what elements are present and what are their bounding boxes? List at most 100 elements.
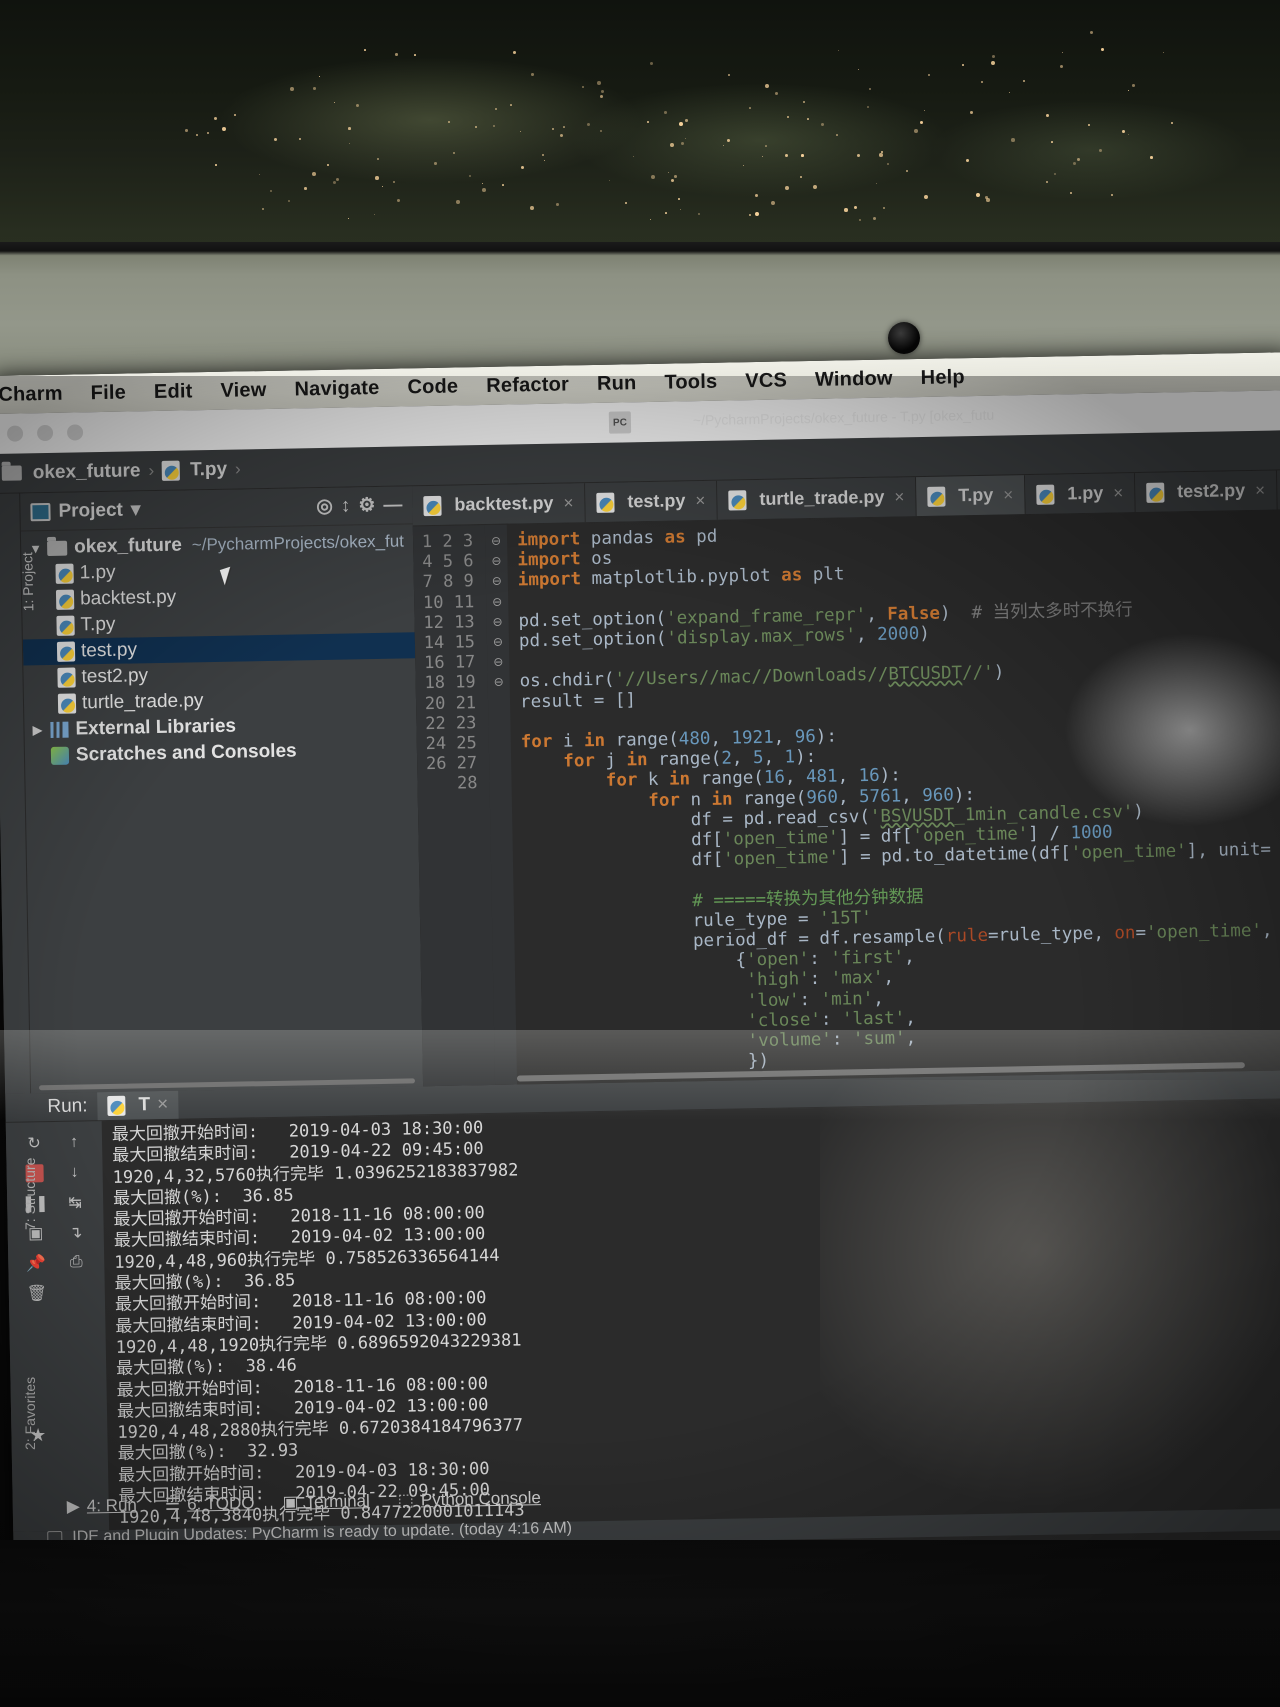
menu-item-tools[interactable]: Tools [650,370,731,394]
reflection-sparkle [434,162,437,165]
close-icon[interactable]: × [1113,483,1123,503]
reflection-sparkle [1122,130,1125,133]
rail-item-structure[interactable]: 7: Structure [22,1158,38,1230]
run-console-output[interactable]: 最大回撤开始时间: 2019-04-03 18:30:00 最大回撤结束时间: … [102,1099,1280,1530]
reflection-sparkle [966,159,969,162]
reflection-sparkle [377,158,379,160]
reflection-sparkle [1051,141,1053,143]
reflection-sparkle [348,127,351,130]
tool-button-6-todo[interactable]: ☰ 6: TODO [165,1493,255,1515]
window-traffic-lights[interactable] [0,424,84,442]
line-number-gutter: 1 2 3 4 5 6 7 8 9 10 11 12 13 14 15 16 1… [412,524,496,1087]
collapse-all-icon[interactable]: ↕ [341,495,351,517]
reflection-sparkle [414,54,416,56]
screen-reflection-top [0,0,1280,250]
reflection-sparkle [560,134,564,138]
run-config-tab[interactable]: T × [97,1090,179,1121]
reflection-sparkle [771,201,775,205]
menu-item-refactor[interactable]: Refactor [472,373,583,398]
close-icon[interactable]: × [157,1094,169,1116]
tool-button-label: 4: Run [86,1495,138,1515]
chevron-down-icon[interactable]: ▾ [131,498,141,521]
breadcrumb-separator-icon-2: › [234,458,241,479]
tool-button-terminal[interactable]: ▣ Terminal [282,1491,370,1513]
reflection-sparkle [520,131,522,133]
close-icon[interactable]: × [563,493,573,513]
tool-button-4-run[interactable]: ▶ 4: Run [67,1495,138,1516]
favorites-star-icon[interactable]: ★ [30,1425,46,1446]
menu-item-view[interactable]: View [206,378,280,402]
scroll-to-end-icon[interactable]: ↴ [62,1219,88,1245]
editor-tab-test2-py[interactable]: test2.py × [1134,470,1278,513]
collapse-arrow-icon[interactable]: ▶ [32,722,50,738]
editor-tab-test-py[interactable]: test.py × [585,480,718,523]
trash-icon[interactable]: 🗑 [24,1280,50,1306]
minimize-icon[interactable]: — [383,494,402,516]
reflection-sparkle [510,104,512,106]
close-icon[interactable]: × [894,487,904,507]
menu-item-run[interactable]: Run [583,371,651,395]
menu-item-vcs[interactable]: VCS [731,369,801,393]
editor-tab-backtest-py[interactable]: backtest.py × [412,483,586,526]
menu-item-edit[interactable]: Edit [140,380,207,404]
reflection-sparkle [755,194,759,198]
down-arrow-icon[interactable]: ↓ [61,1159,87,1185]
close-icon[interactable]: × [1255,480,1265,500]
run-panel-body: ↻ ↑ ↓ ❚❚ ↹ ▣ ↴ 📌 ⎙ 🗑 最大回撤开始时间: 2019-04-0… [5,1099,1280,1532]
source-code-text[interactable]: import pandas as pd import os import mat… [507,510,1280,1084]
reflection-sparkle [482,183,483,184]
editor-tab-1-py[interactable]: 1.py × [1024,473,1136,515]
editor-tab-turtle_trade-py[interactable]: turtle_trade.py × [716,477,917,520]
breadcrumb-project[interactable]: okex_future [33,460,141,484]
print-icon[interactable]: ⎙ [63,1249,89,1275]
up-arrow-icon[interactable]: ↑ [61,1129,87,1155]
tool-button-python-console[interactable]: ⬚ Python Console [398,1488,541,1511]
minimize-window-button[interactable] [36,424,54,442]
editor-area: backtest.py × test.py × turtle_trade.py × T.py… [412,470,1280,1087]
pin-icon[interactable]: 📌 [23,1250,49,1276]
close-window-button[interactable] [6,425,24,442]
reflection-sparkle [762,156,764,158]
locate-icon[interactable]: ◎ [316,495,333,518]
reflection-sparkle [962,64,964,66]
reflection-sparkle [502,184,504,186]
folder-icon [47,540,68,556]
menu-item-navigate[interactable]: Navigate [280,376,393,401]
menu-item-file[interactable]: File [76,381,140,405]
reflection-sparkle [453,152,456,155]
rail-item-project[interactable]: 1: Project [18,511,36,611]
soft-wrap-icon[interactable]: ↹ [62,1189,88,1215]
webcam-lens [888,322,920,354]
reflection-sparkle [775,92,779,96]
close-icon[interactable]: × [1003,485,1013,505]
reflection-sparkle [698,213,700,215]
breadcrumb-file[interactable]: T.py [190,458,227,481]
reflection-sparkle [881,151,884,154]
menu-item-charm[interactable]: Charm [0,382,77,407]
code-editor[interactable]: 1 2 3 4 5 6 7 8 9 10 11 12 13 14 15 16 1… [412,510,1280,1087]
reflection-sparkle [970,111,974,115]
close-icon[interactable]: × [695,490,705,510]
tree-file-label: test.py [80,639,138,662]
reflection-sparkle [671,179,675,183]
menu-item-window[interactable]: Window [801,367,907,392]
menu-item-help[interactable]: Help [906,365,979,389]
zoom-window-button[interactable] [66,424,84,441]
reflection-sparkle [262,208,265,211]
tree-external-libraries-label: External Libraries [75,715,237,740]
reflection-sparkle [234,114,236,116]
rerun-icon[interactable]: ↻ [21,1130,47,1156]
editor-tab-T-py[interactable]: T.py × [915,475,1026,517]
reflection-sparkle [1111,194,1114,197]
reflection-sparkle [1128,90,1129,91]
settings-gear-icon[interactable]: ⚙ [358,494,375,517]
reflection-sparkle [981,81,983,83]
reflection-sparkle [259,174,260,175]
tool-button-label: Python Console [420,1487,542,1509]
reflection-sparkle [312,172,316,176]
menu-item-code[interactable]: Code [393,375,472,399]
tree-root-label: okex_future [73,534,183,558]
reflection-sparkle [1046,181,1048,183]
reflection-sparkle [288,200,291,203]
reflection-sparkle [664,111,667,114]
